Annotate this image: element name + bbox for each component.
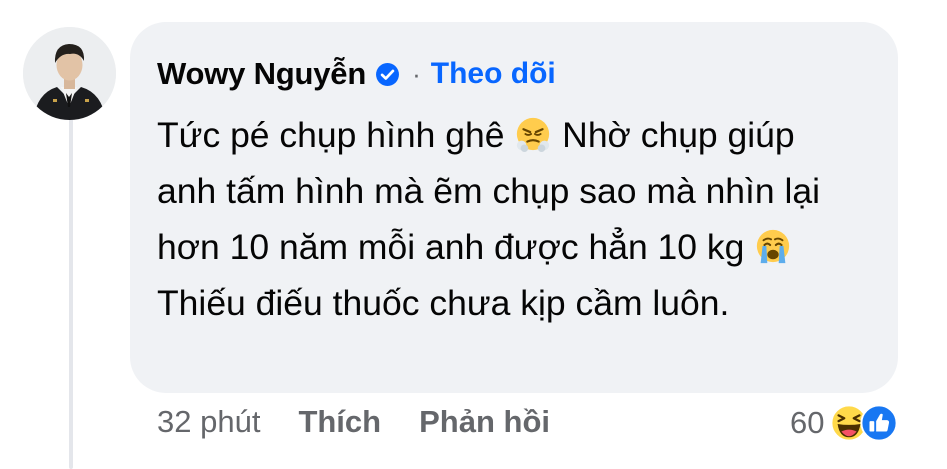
comment-text-part-3: Thiếu điếu thuốc chưa kịp cầm luôn. [157, 283, 730, 323]
comment-text: Tức pé chụp hình ghê Nhờ chụp giúp anh t… [157, 107, 857, 331]
timestamp-link[interactable]: 32 phút [157, 404, 260, 440]
comment-header: Wowy Nguyễn · Theo dõi [157, 53, 878, 95]
avatar-image [23, 27, 116, 120]
reaction-icons [830, 402, 902, 444]
comment-bubble: Wowy Nguyễn · Theo dõi Tức pé chụp hình … [130, 22, 898, 393]
steam-from-nose-emoji-icon [514, 113, 552, 153]
author-name[interactable]: Wowy Nguyễn [157, 56, 366, 92]
reaction-count: 60 [790, 405, 825, 440]
comment-actions: 32 phút Thích Phản hồi [157, 404, 550, 440]
like-button[interactable]: Thích [298, 404, 381, 440]
loudly-crying-emoji-icon [754, 225, 792, 264]
like-reaction-icon [860, 404, 899, 442]
follow-button[interactable]: Theo dõi [431, 57, 556, 91]
reply-button[interactable]: Phản hồi [419, 404, 550, 440]
thread-line [69, 112, 73, 469]
reactions-summary[interactable]: 60 [790, 402, 902, 444]
comment-text-part-1: Tức pé chụp hình ghê [157, 115, 515, 155]
avatar[interactable] [23, 27, 116, 120]
separator-dot: · [412, 59, 421, 89]
verified-badge-icon [375, 62, 400, 87]
